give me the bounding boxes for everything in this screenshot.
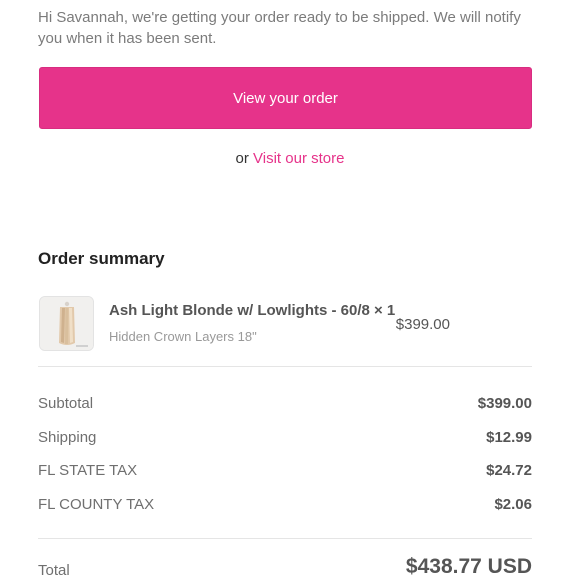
store-link-line: or Visit our store (0, 150, 580, 167)
divider (38, 366, 532, 367)
county-tax-value: $2.06 (494, 496, 532, 513)
view-order-button[interactable]: View your order (39, 67, 532, 129)
county-tax-row: FL COUNTY TAX $2.06 (38, 496, 532, 513)
shipping-label: Shipping (38, 429, 97, 446)
product-thumbnail (39, 296, 94, 351)
subtotal-value: $399.00 (477, 395, 532, 412)
or-text: or (235, 150, 249, 167)
hair-extension-image (40, 297, 93, 350)
total-label: Total (38, 562, 70, 579)
visit-store-link[interactable]: Visit our store (253, 150, 344, 167)
state-tax-row: FL STATE TAX $24.72 (38, 462, 532, 479)
order-summary-title: Order summary (38, 249, 165, 268)
divider (38, 538, 532, 539)
intro-message: Hi Savannah, we're getting your order re… (38, 9, 521, 47)
total-value: $438.77 USD (405, 555, 532, 578)
product-name: Ash Light Blonde w/ Lowlights - 60/8 × 1 (109, 302, 396, 319)
county-tax-label: FL COUNTY TAX (38, 496, 155, 513)
product-price: $399.00 (395, 316, 450, 333)
state-tax-value: $24.72 (486, 462, 532, 479)
shipping-value: $12.99 (486, 429, 532, 446)
state-tax-label: FL STATE TAX (38, 462, 138, 479)
subtotal-label: Subtotal (38, 395, 94, 412)
subtotal-row: Subtotal $399.00 (38, 395, 532, 412)
order-confirmation-email: Hi Savannah, we're getting your order re… (0, 0, 580, 580)
product-variant: Hidden Crown Layers 18" (109, 329, 257, 344)
shipping-row: Shipping $12.99 (38, 429, 532, 446)
